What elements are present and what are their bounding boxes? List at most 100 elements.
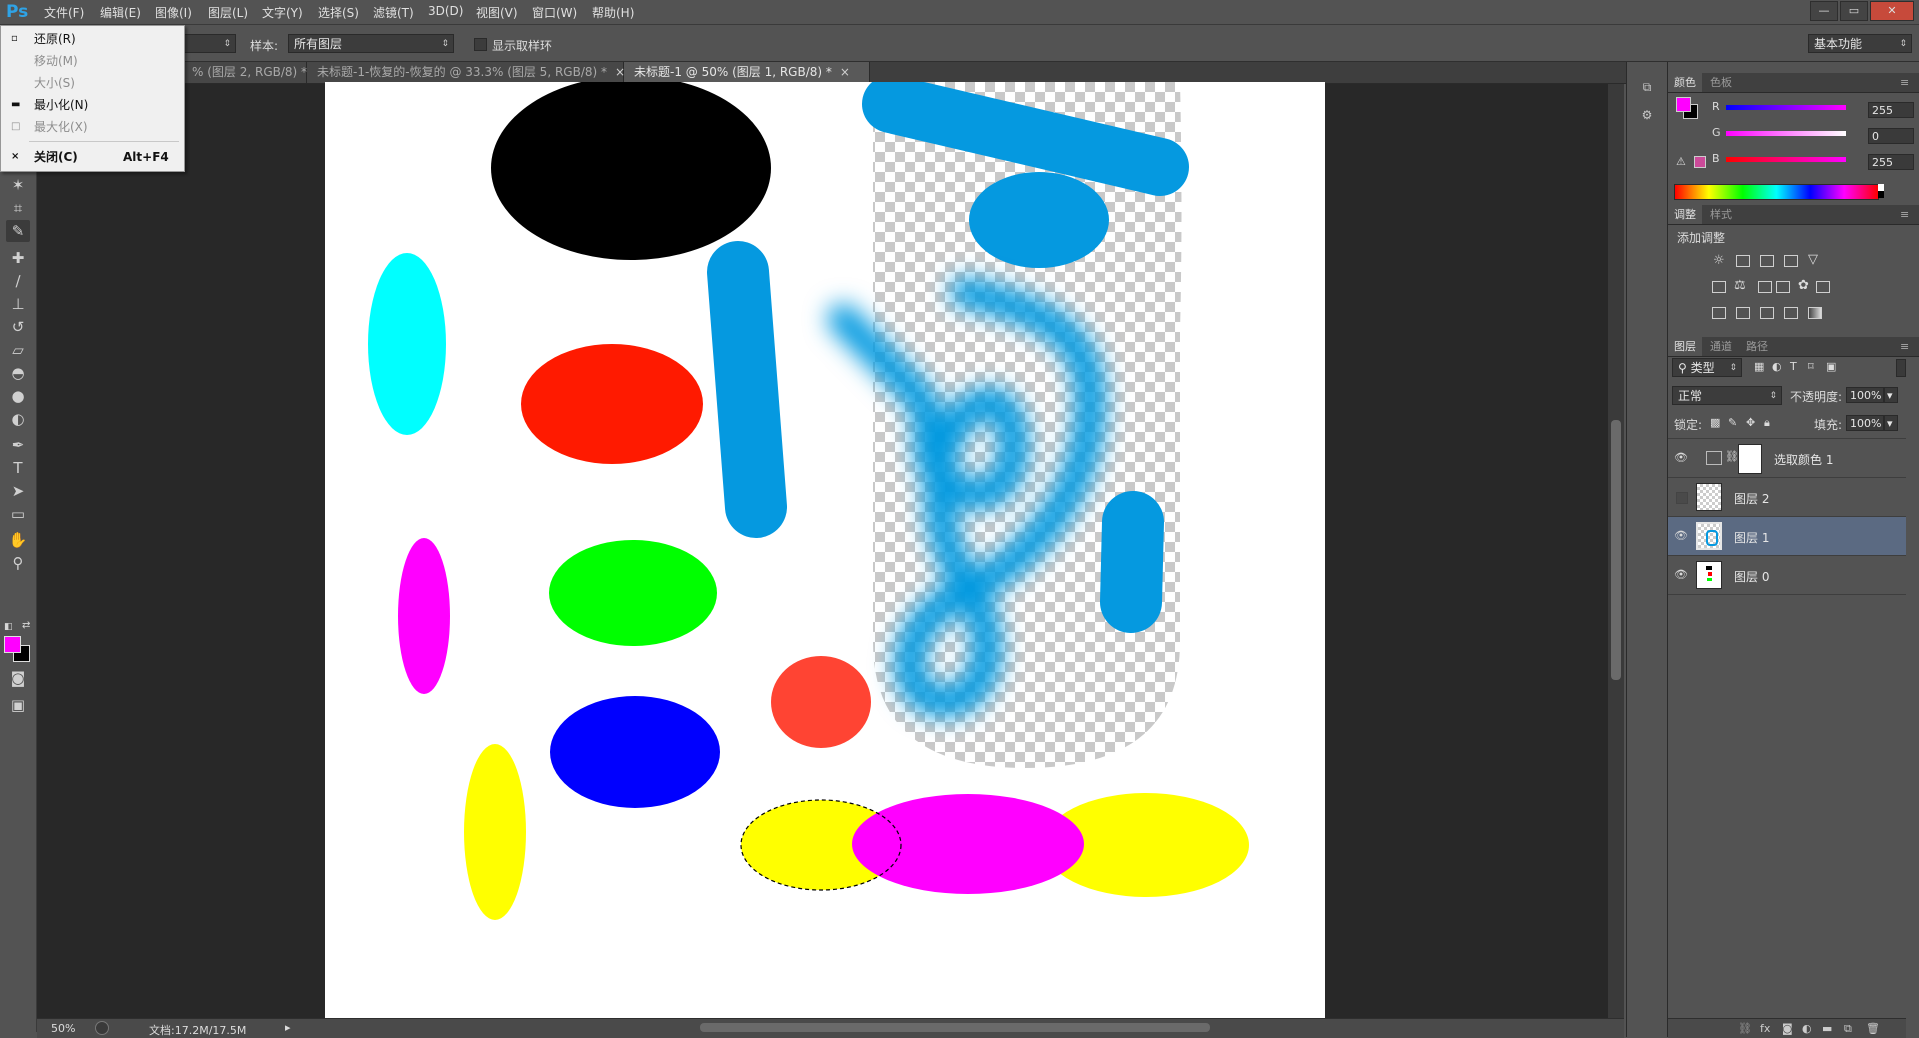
- spectrum-black-swatch[interactable]: [1878, 191, 1884, 198]
- sample-size-select[interactable]: ⇕: [180, 34, 236, 53]
- posterize-icon[interactable]: [1736, 307, 1750, 319]
- zoom-tool-icon[interactable]: ⚲: [6, 552, 30, 574]
- visibility-eye-icon[interactable]: 👁︎: [1674, 568, 1688, 582]
- layer-row[interactable]: 图层 2: [1668, 478, 1906, 517]
- menu-item-close[interactable]: × 关闭(C) Alt+F4: [1, 146, 184, 168]
- color-spectrum-bar[interactable]: [1674, 184, 1879, 200]
- filter-shape-icon[interactable]: ⌑: [1808, 360, 1814, 373]
- invert-icon[interactable]: [1712, 307, 1726, 319]
- filter-type-icon[interactable]: T: [1790, 360, 1797, 373]
- panel-menu-icon[interactable]: ≡: [1900, 76, 1909, 89]
- fill-value[interactable]: 100%: [1846, 415, 1884, 431]
- path-selection-tool-icon[interactable]: ➤: [6, 480, 30, 502]
- properties-panel-icon[interactable]: ⚙: [1637, 108, 1657, 126]
- layer-name[interactable]: 选取颜色 1: [1774, 451, 1833, 468]
- hue-saturation-icon[interactable]: [1712, 281, 1726, 293]
- menu-layer[interactable]: 图层(L): [208, 4, 248, 21]
- magic-wand-tool-icon[interactable]: ✶: [6, 174, 30, 196]
- menu-view[interactable]: 视图(V): [476, 4, 518, 21]
- workspace-select[interactable]: 基本功能 ⇕: [1808, 34, 1912, 53]
- channel-mixer-icon[interactable]: ✿: [1798, 278, 1809, 293]
- channel-g-slider[interactable]: [1726, 131, 1846, 136]
- filter-adjustment-icon[interactable]: ◐: [1772, 360, 1782, 373]
- horizontal-scrollbar-thumb[interactable]: [700, 1023, 1210, 1032]
- hand-tool-icon[interactable]: ✋: [6, 529, 30, 551]
- layer-row-selected[interactable]: 👁︎ 图层 1: [1668, 517, 1906, 556]
- new-adjustment-icon[interactable]: ◐: [1802, 1022, 1812, 1035]
- lock-all-icon[interactable]: 🔒︎: [1764, 416, 1770, 430]
- menu-type[interactable]: 文字(Y): [262, 4, 303, 21]
- add-mask-icon[interactable]: ◙: [1782, 1022, 1793, 1035]
- quick-mask-icon[interactable]: ◙: [6, 667, 30, 689]
- lock-transparent-icon[interactable]: ▩: [1710, 416, 1720, 429]
- photo-filter-icon[interactable]: [1776, 281, 1790, 293]
- minimize-button[interactable]: —: [1810, 1, 1838, 21]
- close-window-button[interactable]: ✕: [1870, 1, 1914, 21]
- layer-name[interactable]: 图层 2: [1734, 490, 1769, 507]
- exposure-icon[interactable]: [1784, 255, 1798, 267]
- history-panel-icon[interactable]: ⧉: [1637, 80, 1657, 98]
- panel-menu-icon[interactable]: ≡: [1900, 208, 1909, 221]
- tab-document-active[interactable]: 未标题-1 @ 50% (图层 1, RGB/8) * ×: [624, 62, 870, 83]
- menu-item-minimize[interactable]: ▬ 最小化(N): [1, 94, 184, 116]
- menu-image[interactable]: 图像(I): [155, 4, 192, 21]
- tab-color[interactable]: 颜色: [1668, 73, 1702, 92]
- spectrum-white-swatch[interactable]: [1878, 184, 1884, 191]
- selective-color-icon[interactable]: [1784, 307, 1798, 319]
- layer-row[interactable]: 👁︎ ⛓︎ 选取颜色 1: [1668, 439, 1906, 478]
- channel-g-value[interactable]: 0: [1868, 128, 1914, 144]
- new-layer-icon[interactable]: ⧉: [1844, 1022, 1852, 1036]
- pen-tool-icon[interactable]: ✒: [6, 434, 30, 456]
- tab-styles[interactable]: 样式: [1704, 205, 1738, 224]
- channel-b-slider[interactable]: [1726, 157, 1846, 162]
- layer-name[interactable]: 图层 1: [1734, 529, 1769, 546]
- chain-link-icon[interactable]: ⛓︎: [1725, 450, 1739, 463]
- tab-layers[interactable]: 图层: [1668, 337, 1702, 356]
- type-tool-icon[interactable]: T: [6, 457, 30, 479]
- filter-smart-object-icon[interactable]: ▣: [1826, 360, 1836, 373]
- dodge-tool-icon[interactable]: ◐: [6, 408, 30, 430]
- new-group-icon[interactable]: ▬: [1822, 1022, 1832, 1035]
- vertical-scrollbar-thumb[interactable]: [1611, 420, 1621, 680]
- healing-brush-tool-icon[interactable]: ✚: [6, 247, 30, 269]
- delete-layer-icon[interactable]: 🗑︎: [1866, 1022, 1880, 1035]
- visibility-eye-icon[interactable]: 👁︎: [1674, 451, 1688, 465]
- opacity-value[interactable]: 100%: [1846, 387, 1884, 403]
- tab-document-1[interactable]: % (图层 2, RGB/8) *×: [182, 62, 325, 83]
- menu-edit[interactable]: 编辑(E): [100, 4, 141, 21]
- rectangle-tool-icon[interactable]: ▭: [6, 503, 30, 525]
- share-icon[interactable]: [95, 1021, 109, 1035]
- eraser-tool-icon[interactable]: ▱: [6, 339, 30, 361]
- levels-icon[interactable]: [1736, 255, 1750, 267]
- filter-toggle[interactable]: [1896, 359, 1906, 377]
- default-colors-icon[interactable]: ◧: [4, 622, 13, 632]
- menu-filter[interactable]: 滤镜(T): [373, 4, 414, 21]
- crop-tool-icon[interactable]: ⌗: [6, 197, 30, 219]
- layer-style-icon[interactable]: fx: [1760, 1022, 1770, 1035]
- document-canvas[interactable]: [325, 82, 1325, 1021]
- layer-name[interactable]: 图层 0: [1734, 568, 1769, 585]
- menu-file[interactable]: 文件(F): [44, 4, 84, 21]
- menu-select[interactable]: 选择(S): [318, 4, 359, 21]
- zoom-level[interactable]: 50%: [51, 1022, 75, 1035]
- tab-adjustments[interactable]: 调整: [1668, 205, 1702, 224]
- color-fg-swatch[interactable]: [1676, 97, 1691, 112]
- out-of-gamut-icon[interactable]: ⚠: [1676, 155, 1686, 168]
- visibility-off-box[interactable]: [1676, 492, 1688, 504]
- layer-mask-thumbnail[interactable]: [1738, 444, 1762, 474]
- curves-icon[interactable]: [1760, 255, 1774, 267]
- tab-channels[interactable]: 通道: [1704, 337, 1738, 356]
- color-lookup-icon[interactable]: [1816, 281, 1830, 293]
- link-layers-icon[interactable]: ⛓︎: [1738, 1022, 1752, 1035]
- lock-position-icon[interactable]: ✥: [1746, 416, 1755, 429]
- opacity-dropdown-icon[interactable]: ▾: [1884, 387, 1898, 403]
- blur-tool-icon[interactable]: ●: [6, 385, 30, 407]
- filter-pixel-icon[interactable]: ▦: [1754, 360, 1764, 373]
- paint-bucket-tool-icon[interactable]: ◓: [6, 362, 30, 384]
- swap-colors-icon[interactable]: ⇄: [22, 620, 30, 631]
- clone-stamp-tool-icon[interactable]: ⊥: [6, 293, 30, 315]
- channel-r-slider[interactable]: [1726, 105, 1846, 110]
- brush-tool-icon[interactable]: ∕: [6, 270, 30, 292]
- screen-mode-icon[interactable]: ▣: [6, 694, 30, 716]
- gradient-map-icon[interactable]: [1808, 307, 1822, 319]
